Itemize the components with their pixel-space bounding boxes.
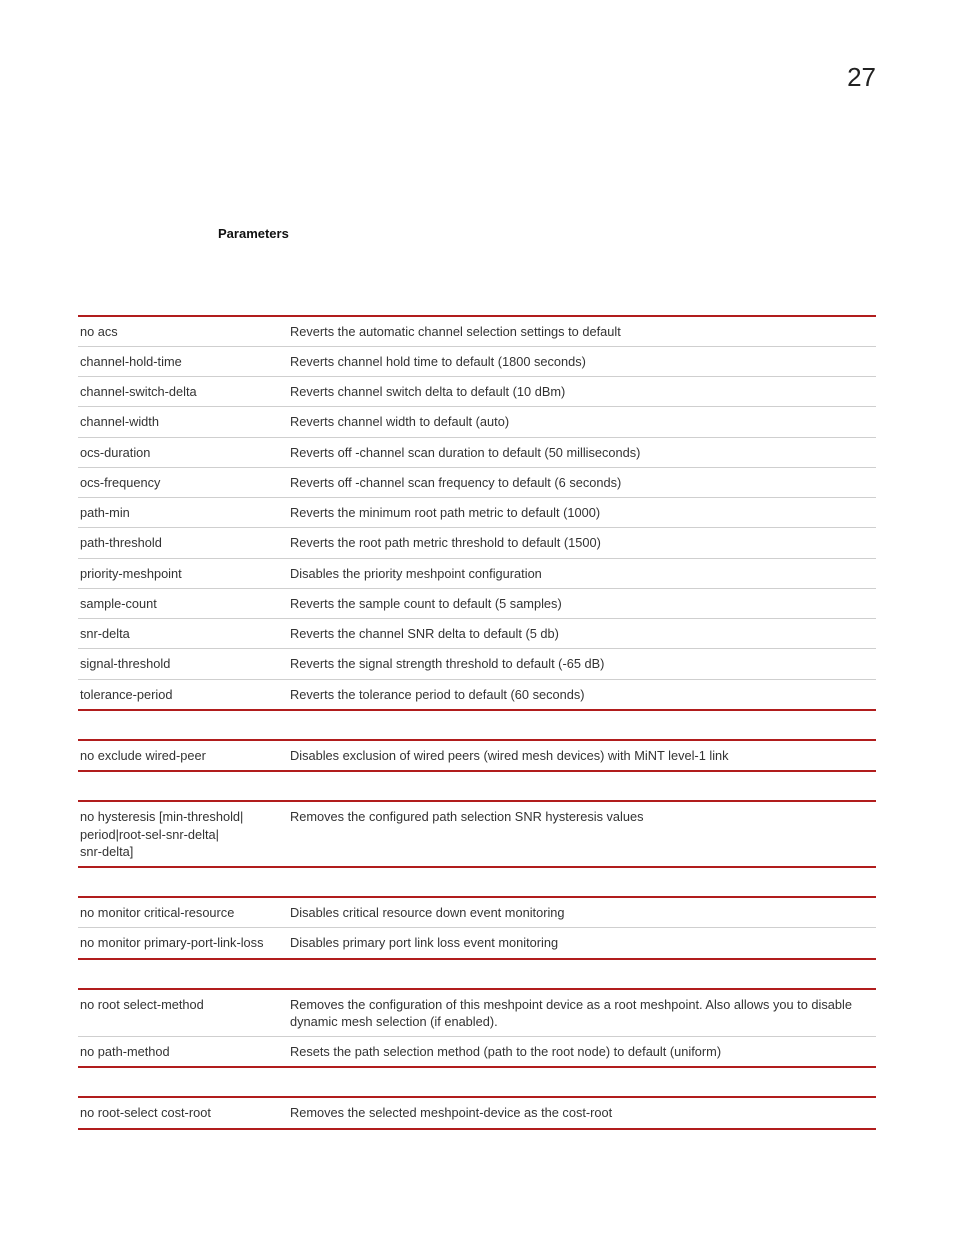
- table-row: snr-deltaReverts the channel SNR delta t…: [78, 619, 876, 649]
- param-cell: snr-delta: [78, 619, 288, 649]
- table-row: path-minReverts the minimum root path me…: [78, 498, 876, 528]
- desc-cell: Disables primary port link loss event mo…: [288, 928, 876, 959]
- desc-cell: Reverts the channel SNR delta to default…: [288, 619, 876, 649]
- desc-cell: Reverts the signal strength threshold to…: [288, 649, 876, 679]
- page-number: 27: [847, 60, 876, 95]
- table-row: signal-thresholdReverts the signal stren…: [78, 649, 876, 679]
- group-spacer: [78, 710, 876, 740]
- section-heading-parameters: Parameters: [218, 225, 876, 243]
- param-cell: ocs-duration: [78, 437, 288, 467]
- desc-cell: Reverts the root path metric threshold t…: [288, 528, 876, 558]
- parameters-tables: no acsReverts the automatic channel sele…: [78, 315, 876, 1130]
- desc-cell: Reverts the automatic channel selection …: [288, 316, 876, 347]
- desc-cell: Disables exclusion of wired peers (wired…: [288, 740, 876, 771]
- table-row: path-thresholdReverts the root path metr…: [78, 528, 876, 558]
- param-cell: no root-select cost-root: [78, 1097, 288, 1128]
- desc-cell: Reverts channel switch delta to default …: [288, 377, 876, 407]
- table-row: no hysteresis [min-threshold| period|roo…: [78, 801, 876, 867]
- table-row: channel-widthReverts channel width to de…: [78, 407, 876, 437]
- param-cell: path-min: [78, 498, 288, 528]
- table-row: no acsReverts the automatic channel sele…: [78, 316, 876, 347]
- param-cell: signal-threshold: [78, 649, 288, 679]
- desc-cell: Reverts off -channel scan duration to de…: [288, 437, 876, 467]
- param-cell: no exclude wired-peer: [78, 740, 288, 771]
- table-row: channel-switch-deltaReverts channel swit…: [78, 377, 876, 407]
- group-spacer: [78, 771, 876, 801]
- param-cell: no path-method: [78, 1037, 288, 1068]
- param-cell: sample-count: [78, 588, 288, 618]
- table-row: ocs-durationReverts off -channel scan du…: [78, 437, 876, 467]
- table-row: tolerance-periodReverts the tolerance pe…: [78, 679, 876, 710]
- desc-cell: Reverts the sample count to default (5 s…: [288, 588, 876, 618]
- param-cell: path-threshold: [78, 528, 288, 558]
- desc-cell: Reverts channel width to default (auto): [288, 407, 876, 437]
- param-cell: channel-width: [78, 407, 288, 437]
- table-row: no root-select cost-rootRemoves the sele…: [78, 1097, 876, 1128]
- param-cell: no hysteresis [min-threshold| period|roo…: [78, 801, 288, 867]
- table-row: channel-hold-timeReverts channel hold ti…: [78, 346, 876, 376]
- parameters-table: no acsReverts the automatic channel sele…: [78, 315, 876, 1130]
- desc-cell: Reverts the tolerance period to default …: [288, 679, 876, 710]
- desc-cell: Removes the configuration of this meshpo…: [288, 989, 876, 1037]
- desc-cell: Disables the priority meshpoint configur…: [288, 558, 876, 588]
- table-row: ocs-frequencyReverts off -channel scan f…: [78, 467, 876, 497]
- param-cell: ocs-frequency: [78, 467, 288, 497]
- table-row: no exclude wired-peerDisables exclusion …: [78, 740, 876, 771]
- table-row: no monitor critical-resourceDisables cri…: [78, 897, 876, 928]
- group-spacer: [78, 867, 876, 897]
- table-row: sample-countReverts the sample count to …: [78, 588, 876, 618]
- param-cell: channel-hold-time: [78, 346, 288, 376]
- desc-cell: Reverts the minimum root path metric to …: [288, 498, 876, 528]
- param-cell: no monitor critical-resource: [78, 897, 288, 928]
- param-cell: no root select-method: [78, 989, 288, 1037]
- desc-cell: Removes the selected meshpoint-device as…: [288, 1097, 876, 1128]
- param-cell: no monitor primary-port-link-loss: [78, 928, 288, 959]
- table-row: no monitor primary-port-link-lossDisable…: [78, 928, 876, 959]
- table-row: no root select-methodRemoves the configu…: [78, 989, 876, 1037]
- group-spacer: [78, 1067, 876, 1097]
- param-cell: priority-meshpoint: [78, 558, 288, 588]
- param-cell: no acs: [78, 316, 288, 347]
- table-row: priority-meshpointDisables the priority …: [78, 558, 876, 588]
- table-row: no path-methodResets the path selection …: [78, 1037, 876, 1068]
- group-spacer: [78, 959, 876, 989]
- page: 27 Parameters no acsReverts the automati…: [0, 0, 954, 1235]
- desc-cell: Reverts off -channel scan frequency to d…: [288, 467, 876, 497]
- desc-cell: Reverts channel hold time to default (18…: [288, 346, 876, 376]
- desc-cell: Disables critical resource down event mo…: [288, 897, 876, 928]
- desc-cell: Removes the configured path selection SN…: [288, 801, 876, 867]
- desc-cell: Resets the path selection method (path t…: [288, 1037, 876, 1068]
- param-cell: channel-switch-delta: [78, 377, 288, 407]
- param-cell: tolerance-period: [78, 679, 288, 710]
